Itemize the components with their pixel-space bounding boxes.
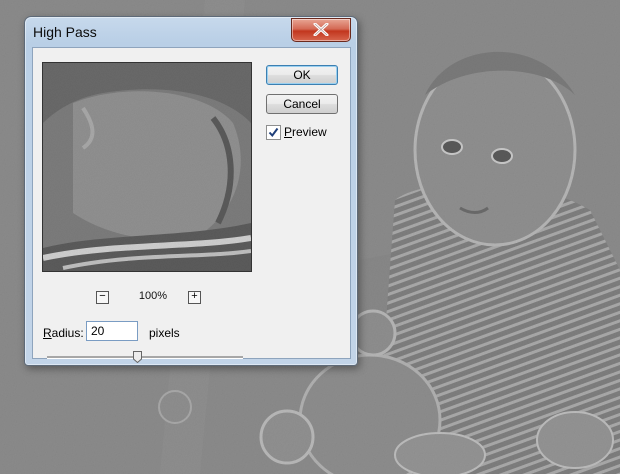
filter-preview[interactable] (42, 62, 252, 272)
checkmark-icon (268, 127, 279, 138)
preview-image (43, 63, 251, 271)
preview-label-rest: review (292, 125, 327, 139)
preview-checkbox[interactable] (266, 125, 281, 140)
radius-slider[interactable] (47, 356, 243, 359)
radius-label-rest: adius: (51, 326, 84, 340)
dialog-client-area: − 100% + OK Cancel Preview Radius: pixel… (32, 47, 351, 363)
zoom-level: 100% (138, 290, 168, 302)
zoom-in-button[interactable]: + (188, 291, 201, 304)
radius-label-mnemonic: R (43, 326, 52, 340)
preview-label-mnemonic: P (284, 125, 293, 139)
zoom-out-button[interactable]: − (96, 291, 109, 304)
slider-thumb-icon[interactable] (133, 351, 143, 363)
high-pass-dialog: High Pass − 100% + OK Cancel Preview Rad… (24, 16, 358, 366)
cancel-button[interactable]: Cancel (266, 94, 338, 114)
preview-label[interactable]: Preview (284, 125, 327, 139)
ok-button[interactable]: OK (266, 65, 338, 85)
dialog-titlebar[interactable]: High Pass (25, 17, 357, 47)
radius-label: Radius: (43, 326, 84, 340)
close-button[interactable] (291, 18, 351, 42)
dialog-title: High Pass (33, 24, 97, 40)
radius-input[interactable] (86, 321, 138, 341)
unit-label: pixels (149, 326, 180, 340)
close-icon (313, 23, 329, 36)
